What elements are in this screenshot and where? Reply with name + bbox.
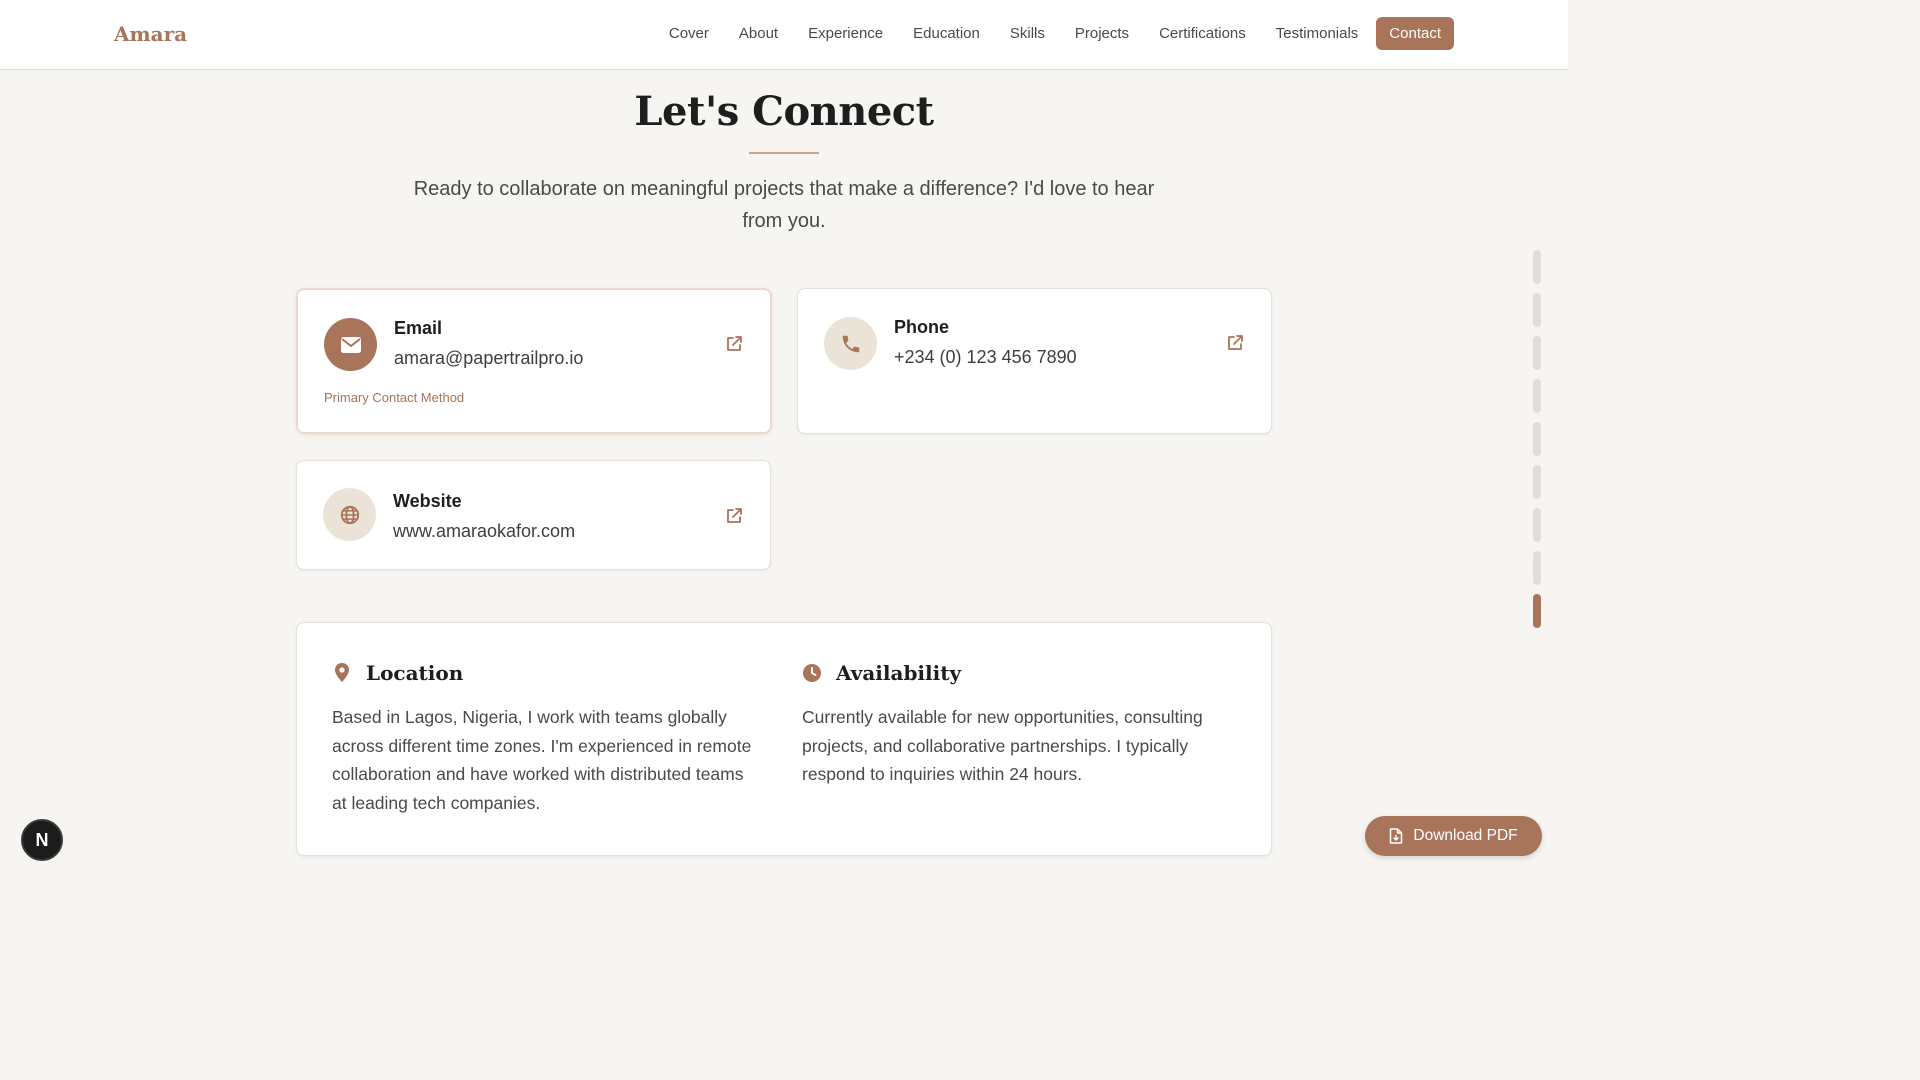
phone-card[interactable]: Phone +234 (0) 123 456 7890 (797, 288, 1272, 434)
section-dot[interactable] (1533, 508, 1541, 542)
phone-label: Phone (894, 317, 950, 337)
phone-icon (824, 317, 877, 370)
section-dot[interactable] (1533, 465, 1541, 499)
map-pin-icon (335, 663, 349, 682)
clock-icon (803, 664, 821, 682)
download-pdf-label: Download PDF (1413, 827, 1518, 844)
external-link-icon[interactable] (1225, 333, 1245, 353)
nav-item-certifications[interactable]: Certifications (1144, 17, 1261, 50)
location-title: Location (366, 661, 464, 685)
primary-contact-note: Primary Contact Method (324, 390, 465, 405)
location-block: Location Based in Lagos, Nigeria, I work… (332, 661, 762, 817)
website-label: Website (393, 491, 462, 511)
email-value[interactable]: amara@papertrailpro.io (394, 348, 583, 369)
availability-block: Availability Currently available for new… (802, 661, 1232, 789)
section-dot[interactable] (1533, 422, 1541, 456)
title-divider (749, 152, 819, 154)
nav-links: Cover About Experience Education Skills … (654, 17, 1454, 50)
top-navbar: Amara Cover About Experience Education S… (0, 0, 1568, 70)
section-intro: Ready to collaborate on meaningful proje… (413, 178, 1155, 232)
details-panel: Location Based in Lagos, Nigeria, I work… (296, 622, 1272, 856)
nav-item-about[interactable]: About (724, 17, 793, 50)
section-indicator (1533, 250, 1541, 637)
nav-item-contact[interactable]: Contact (1376, 17, 1454, 50)
mail-icon (324, 318, 377, 371)
nav-item-skills[interactable]: Skills (995, 17, 1060, 50)
section-dot[interactable] (1533, 293, 1541, 327)
section-dot[interactable] (1533, 336, 1541, 370)
nav-item-testimonials[interactable]: Testimonials (1261, 17, 1374, 50)
website-value[interactable]: www.amaraokafor.com (393, 521, 575, 542)
section-dot[interactable] (1533, 551, 1541, 585)
section-dot[interactable] (1533, 594, 1541, 628)
external-link-icon[interactable] (724, 506, 744, 526)
nav-item-education[interactable]: Education (898, 17, 995, 50)
nav-item-projects[interactable]: Projects (1060, 17, 1144, 50)
nav-item-cover[interactable]: Cover (654, 17, 724, 50)
availability-title: Availability (836, 661, 962, 685)
download-pdf-button[interactable]: Download PDF (1365, 816, 1542, 856)
brand-logo[interactable]: Amara (114, 22, 187, 46)
phone-value[interactable]: +234 (0) 123 456 7890 (894, 347, 1077, 368)
location-text: Based in Lagos, Nigeria, I work with tea… (332, 707, 752, 813)
globe-icon (323, 488, 376, 541)
external-link-icon[interactable] (724, 334, 744, 354)
section-title: Let's Connect (634, 88, 934, 135)
dev-badge[interactable]: N (21, 819, 63, 861)
file-icon (1390, 828, 1403, 844)
availability-text: Currently available for new opportunitie… (802, 707, 1203, 784)
email-label: Email (394, 318, 443, 338)
website-card[interactable]: Website www.amaraokafor.com (296, 460, 771, 570)
nav-item-experience[interactable]: Experience (793, 17, 898, 50)
section-dot[interactable] (1533, 379, 1541, 413)
email-card[interactable]: Email amara@papertrailpro.io Primary Con… (296, 288, 772, 434)
section-dot[interactable] (1533, 250, 1541, 284)
